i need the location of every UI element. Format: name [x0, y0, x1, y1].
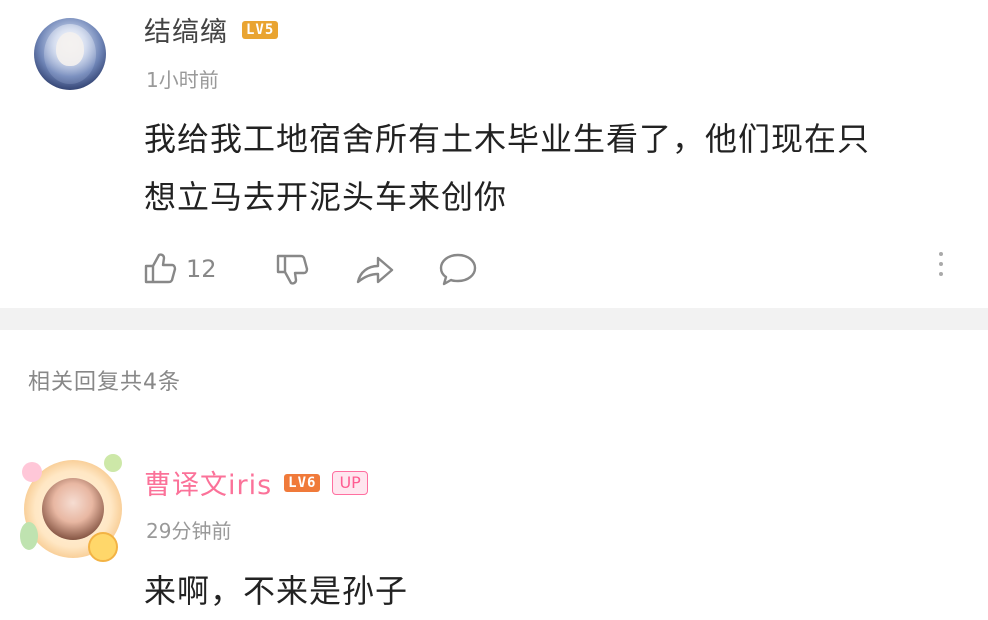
share-button[interactable]	[354, 245, 396, 293]
section-divider	[0, 308, 988, 330]
reply-header: 曹译文iris LV6 UP	[144, 463, 368, 502]
comment-header: 结缟缡 LV5	[144, 10, 279, 49]
up-badge: UP	[332, 470, 368, 495]
dislike-button[interactable]	[272, 245, 310, 293]
replies-header[interactable]: 相关回复共4条	[28, 364, 181, 396]
comment-text-line: 想立马去开泥头车来创你	[144, 178, 508, 216]
flower-decoration	[104, 454, 122, 472]
reply-avatar[interactable]	[18, 452, 128, 562]
more-icon[interactable]	[938, 252, 944, 282]
comment-text: 我给我工地宿舍所有土木毕业生看了，他们现在只 想立马去开泥头车来创你	[144, 110, 870, 226]
avatar[interactable]	[34, 18, 106, 90]
reply-button[interactable]	[438, 245, 478, 293]
leaf-decoration	[20, 522, 38, 550]
like-button[interactable]: 12	[140, 245, 217, 293]
thumbs-up-icon	[144, 253, 177, 284]
comment-icon	[439, 253, 477, 286]
comment-text-line: 我给我工地宿舍所有土木毕业生看了，他们现在只	[144, 120, 871, 158]
flower-decoration	[22, 462, 42, 482]
reply-username[interactable]: 曹译文iris	[144, 463, 272, 502]
reply-text: 来啊，不来是孙子	[144, 572, 409, 610]
reply-time: 29分钟前	[146, 519, 232, 543]
avatar-face	[56, 32, 84, 66]
share-icon	[356, 256, 394, 284]
avatar-photo	[42, 478, 104, 540]
level-badge: LV5	[242, 20, 279, 39]
comment-username[interactable]: 结缟缡	[144, 10, 228, 49]
like-count: 12	[186, 255, 217, 283]
thumbs-down-icon	[276, 254, 309, 285]
level-badge: LV6	[284, 473, 321, 492]
flower-decoration	[88, 532, 118, 562]
comment-time: 1小时前	[146, 68, 219, 92]
